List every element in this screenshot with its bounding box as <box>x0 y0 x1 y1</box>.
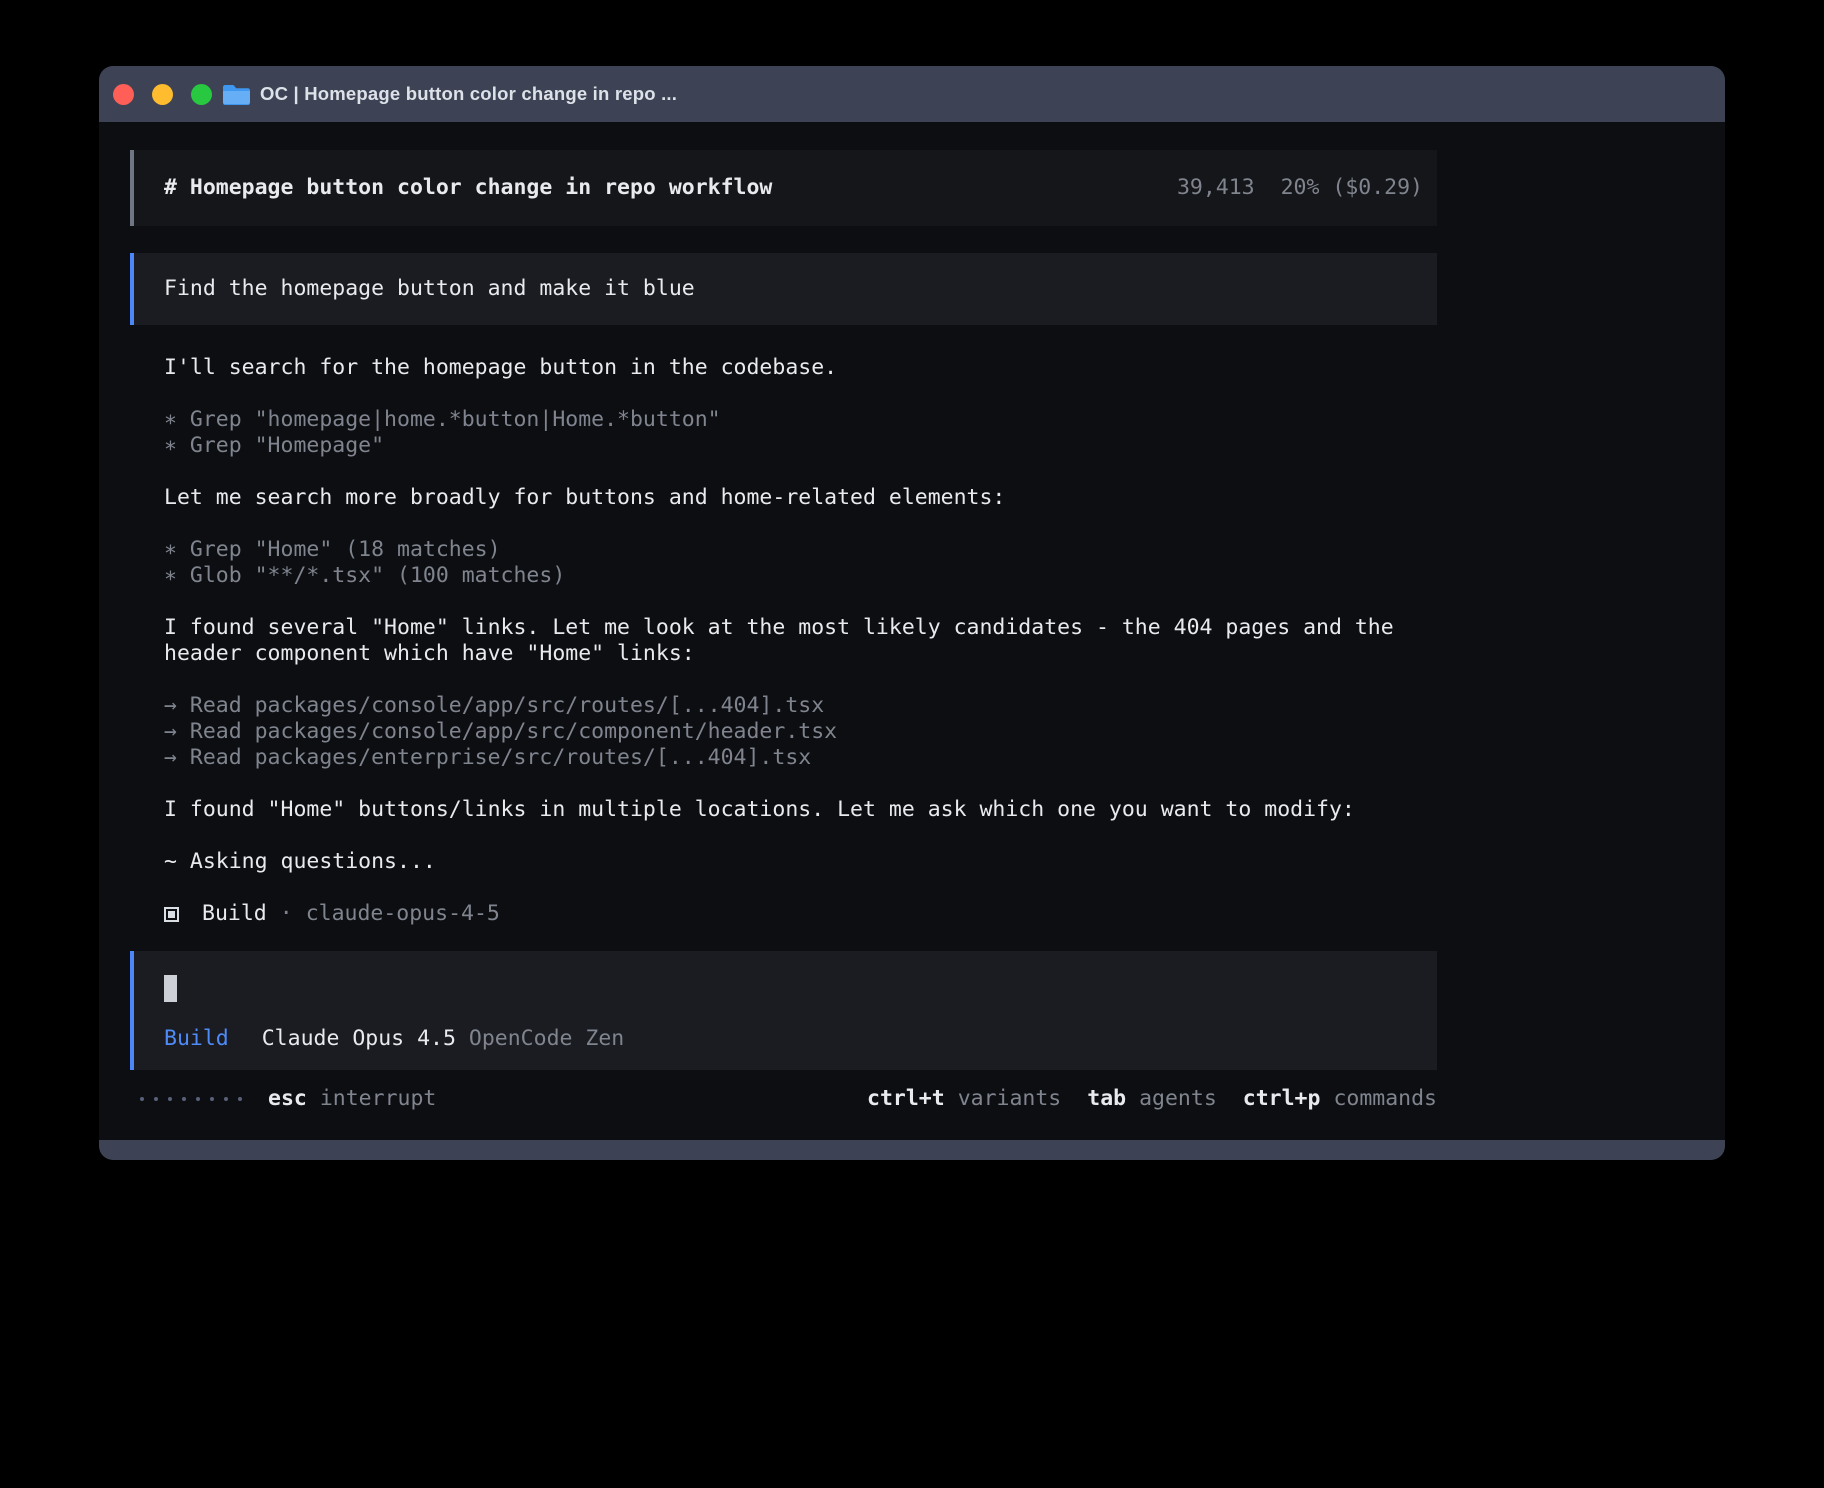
mode-label: Build <box>164 1026 229 1052</box>
agent-separator: · <box>280 901 293 927</box>
working-status: ~ Asking questions... <box>164 849 1437 875</box>
assistant-text: I'll search for the homepage button in t… <box>164 355 1437 381</box>
input-status-row: Build Claude Opus 4.5 OpenCode Zen <box>164 1026 1423 1052</box>
user-message: Find the homepage button and make it blu… <box>130 253 1437 325</box>
tool-call-read: → Read packages/console/app/src/routes/[… <box>164 693 1437 719</box>
titlebar-title-group: OC | Homepage button color change in rep… <box>223 81 677 107</box>
shortcut-interrupt: esc interrupt <box>268 1086 436 1112</box>
ctrl-p-key: ctrl+p <box>1243 1086 1321 1112</box>
shortcut-variants: ctrl+t variants <box>867 1086 1061 1112</box>
context-usage: 20% ($0.29) <box>1281 175 1423 201</box>
assistant-text: Let me search more broadly for buttons a… <box>164 485 1437 511</box>
tool-call-grep: ∗ Grep "Home" (18 matches) <box>164 537 1437 563</box>
assistant-text: I found "Home" buttons/links in multiple… <box>164 797 1437 823</box>
tool-call-grep: ∗ Grep "Homepage" <box>164 433 1437 459</box>
ctrl-t-key: ctrl+t <box>867 1086 945 1112</box>
zoom-button[interactable] <box>191 84 212 105</box>
esc-label: interrupt <box>320 1086 437 1112</box>
close-button[interactable] <box>113 84 134 105</box>
terminal-content: # Homepage button color change in repo w… <box>99 122 1725 1140</box>
traffic-lights <box>113 84 212 105</box>
tab-key: tab <box>1087 1086 1126 1112</box>
minimize-button[interactable] <box>152 84 173 105</box>
esc-key: esc <box>268 1086 307 1112</box>
tool-call-glob: ∗ Glob "**/*.tsx" (100 matches) <box>164 563 1437 589</box>
prompt-input[interactable]: Build Claude Opus 4.5 OpenCode Zen <box>130 951 1437 1070</box>
token-count: 39,413 <box>1177 175 1255 201</box>
variants-label: variants <box>958 1086 1062 1112</box>
assistant-text: I found several "Home" links. Let me loo… <box>164 615 1437 667</box>
agent-name: Build <box>202 901 267 927</box>
text-cursor <box>164 975 177 1002</box>
spinner-dots-icon <box>140 1097 242 1101</box>
shortcut-agents: tab agents <box>1087 1086 1217 1112</box>
folder-icon <box>223 84 250 105</box>
agents-label: agents <box>1139 1086 1217 1112</box>
window-titlebar[interactable]: OC | Homepage button color change in rep… <box>99 66 1725 122</box>
shortcut-commands: ctrl+p commands <box>1243 1086 1437 1112</box>
status-bar: esc interrupt ctrl+t variants tab agents… <box>130 1086 1437 1112</box>
window-title: OC | Homepage button color change in rep… <box>260 81 677 107</box>
agent-model: claude-opus-4-5 <box>306 901 500 927</box>
session-title: # Homepage button color change in repo w… <box>164 175 772 201</box>
provider-name: OpenCode Zen <box>469 1026 624 1052</box>
terminal-window: OC | Homepage button color change in rep… <box>99 66 1725 1160</box>
user-message-text: Find the homepage button and make it blu… <box>164 276 695 301</box>
tool-call-grep: ∗ Grep "homepage|home.*button|Home.*butt… <box>164 407 1437 433</box>
commands-label: commands <box>1333 1086 1437 1112</box>
session-meta: 39,413 20% ($0.29) <box>1177 175 1423 201</box>
window-bottom-edge <box>99 1140 1725 1160</box>
statusbar-shortcuts: ctrl+t variants tab agents ctrl+p comman… <box>867 1086 1437 1112</box>
tool-call-read: → Read packages/enterprise/src/routes/[.… <box>164 745 1437 771</box>
tool-call-read: → Read packages/console/app/src/componen… <box>164 719 1437 745</box>
session-header: # Homepage button color change in repo w… <box>130 150 1437 226</box>
agent-row: Build · claude-opus-4-5 <box>164 901 1437 927</box>
desktop: { "colors": { "accent_blue": "#4d87f7", … <box>0 0 1824 1488</box>
assistant-transcript: I'll search for the homepage button in t… <box>130 355 1437 927</box>
model-name: Claude Opus 4.5 <box>262 1026 456 1052</box>
agent-build-icon <box>164 907 179 922</box>
